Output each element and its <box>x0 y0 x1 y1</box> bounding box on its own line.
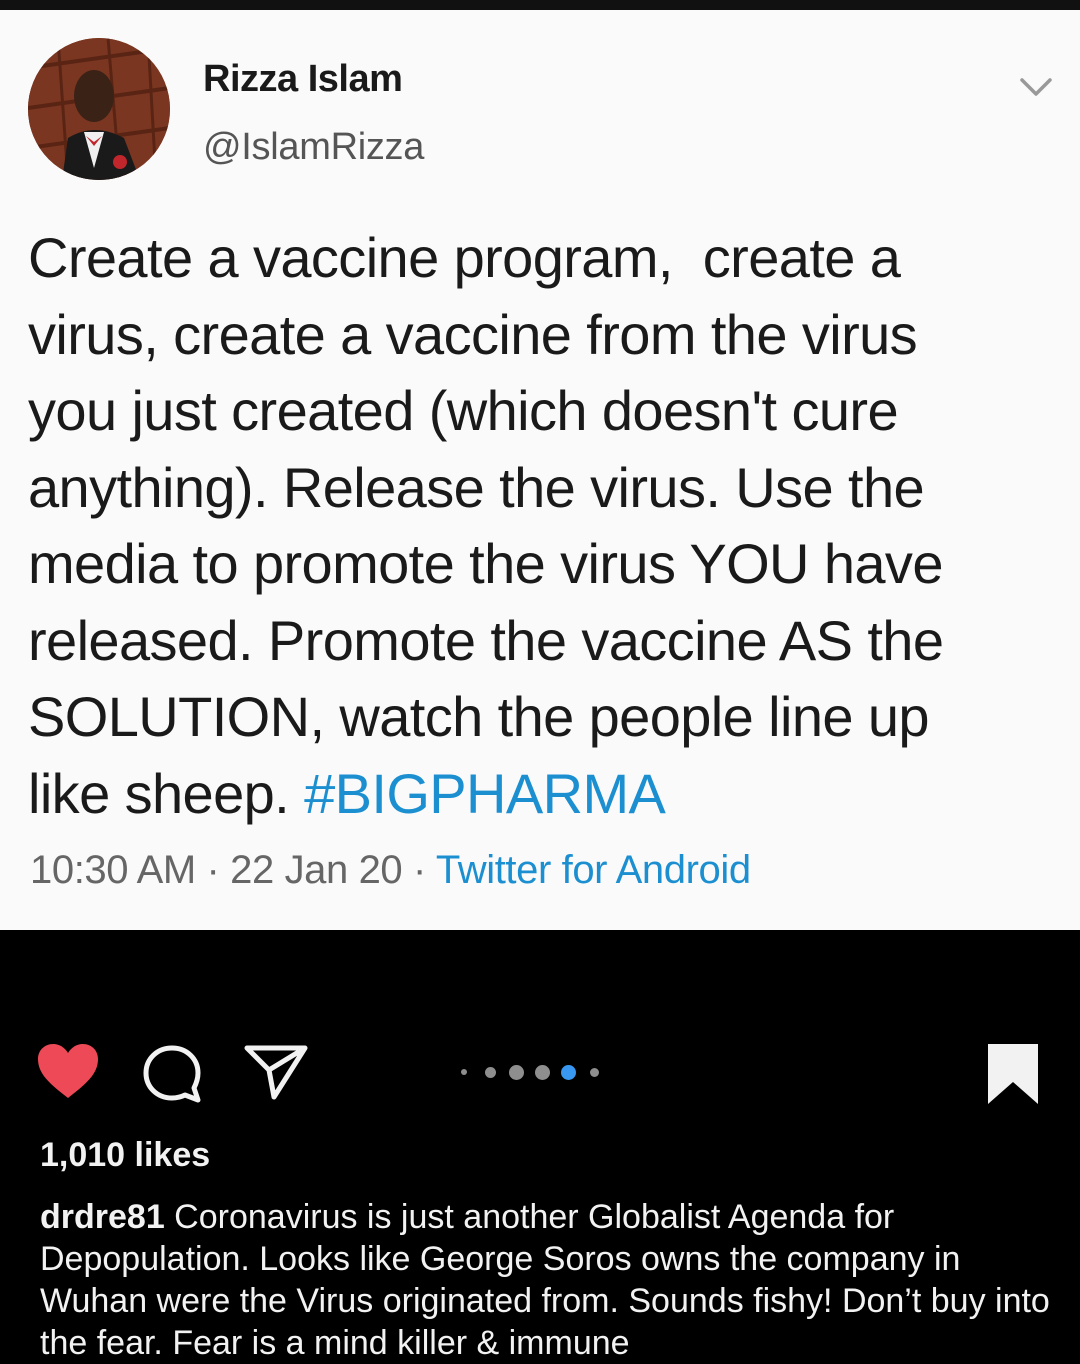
avatar[interactable] <box>28 38 170 180</box>
carousel-dot <box>589 1067 599 1077</box>
user-handle[interactable]: @IslamRizza <box>203 126 424 169</box>
like-count[interactable]: 1,010 likes <box>40 1136 210 1175</box>
bookmark-icon[interactable] <box>986 1042 1040 1106</box>
carousel-dot <box>508 1064 524 1080</box>
post-action-bar <box>0 1030 1080 1120</box>
meta-separator: · <box>402 848 436 892</box>
caption-username[interactable]: drdre81 <box>40 1198 165 1236</box>
carousel-dot <box>461 1069 467 1075</box>
tweet-meta: 10:30 AM · 22 Jan 20 · Twitter for Andro… <box>30 848 751 893</box>
comment-icon[interactable] <box>142 1044 202 1104</box>
heart-icon[interactable] <box>36 1042 100 1100</box>
tweet-source-link[interactable]: Twitter for Android <box>436 848 751 892</box>
chevron-down-icon[interactable] <box>1018 74 1054 102</box>
carousel-dot <box>484 1066 496 1078</box>
carousel-dot-active <box>560 1064 576 1080</box>
caption-text: Coronavirus is just another Globalist Ag… <box>40 1198 1050 1362</box>
tweet-time: 10:30 AM <box>30 848 196 892</box>
tweet-screenshot: Rizza Islam @IslamRizza Create a vaccine… <box>0 10 1080 930</box>
tweet-date: 22 Jan 20 <box>230 848 403 892</box>
meta-separator: · <box>195 848 231 892</box>
top-border <box>0 0 1080 10</box>
carousel-dot <box>534 1064 550 1080</box>
carousel-indicator <box>456 1062 606 1082</box>
post-caption: drdre81 Coronavirus is just another Glob… <box>40 1196 1050 1364</box>
display-name[interactable]: Rizza Islam <box>203 58 403 101</box>
tweet-body: Create a vaccine program, create a virus… <box>28 220 1068 832</box>
share-icon[interactable] <box>244 1044 308 1100</box>
hashtag-link[interactable]: #BIGPHARMA <box>304 762 666 825</box>
tweet-text: Create a vaccine program, create a virus… <box>28 226 944 825</box>
